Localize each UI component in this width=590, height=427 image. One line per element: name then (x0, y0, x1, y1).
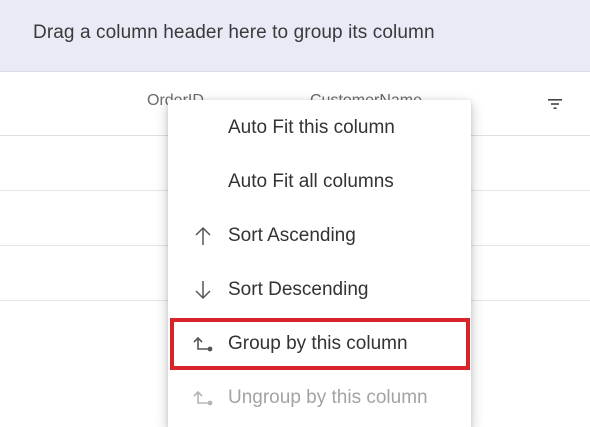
menu-item-sort-ascending[interactable]: Sort Ascending (168, 209, 471, 263)
menu-item-label: Auto Fit all columns (228, 171, 394, 192)
menu-item-autofit-column[interactable]: Auto Fit this column (168, 101, 471, 155)
highlight-annotation (170, 318, 470, 370)
menu-item-label: Auto Fit this column (228, 117, 395, 138)
column-context-menu: Auto Fit this column Auto Fit all column… (168, 100, 471, 427)
menu-item-autofit-all[interactable]: Auto Fit all columns (168, 155, 471, 209)
arrow-up-icon (195, 226, 211, 245)
arrow-down-icon (195, 281, 211, 300)
menu-item-label: Sort Descending (228, 279, 369, 300)
menu-item-ungroup-column[interactable]: Ungroup by this column (168, 371, 471, 425)
filter-icon[interactable] (547, 98, 563, 110)
menu-item-label: Sort Ascending (228, 225, 356, 246)
group-drop-area[interactable]: Drag a column header here to group its c… (0, 0, 590, 72)
menu-item-sort-descending[interactable]: Sort Descending (168, 263, 471, 317)
group-drop-hint: Drag a column header here to group its c… (33, 22, 435, 43)
menu-item-label: Ungroup by this column (228, 387, 428, 408)
ungroup-icon (193, 390, 213, 406)
